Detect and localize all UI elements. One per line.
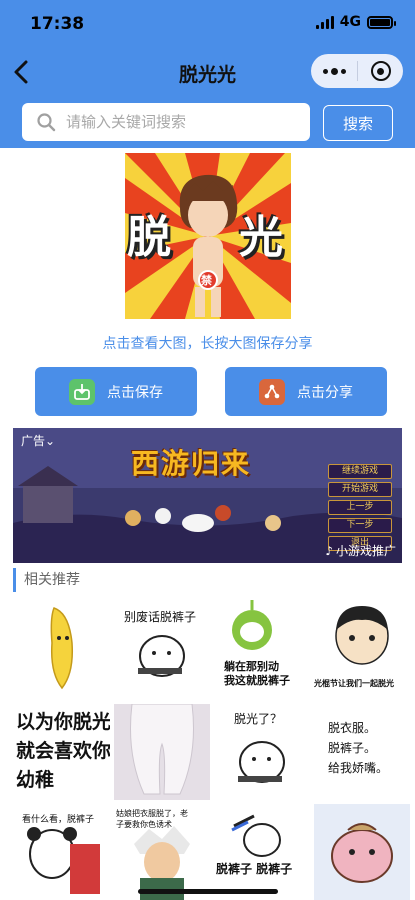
ad-menu-item: 继续游戏: [328, 464, 392, 479]
sticker-item[interactable]: 脱衣服。 脱裤子。 给我娇嘴。: [314, 704, 410, 800]
target-icon: [370, 61, 391, 81]
ad-menu: 继续游戏 开始游戏 上一步 下一步 退出: [328, 464, 392, 551]
ad-title: 西游归来: [131, 447, 252, 480]
search-icon: [37, 113, 56, 132]
more-button[interactable]: [311, 54, 357, 88]
close-miniprogram-button[interactable]: [358, 54, 403, 88]
battery-icon: [367, 15, 396, 29]
main-sticker-image[interactable]: 脱 光 禁: [125, 153, 291, 319]
sticker-item[interactable]: 脱光了？: [214, 704, 310, 800]
sticker-item[interactable]: 光棍节让我们一起脱光: [314, 598, 410, 694]
share-icon: [259, 378, 285, 405]
sticker-item[interactable]: 躺在那别动 我这就脱裤子: [214, 598, 310, 694]
status-bar: 17:38 4G: [0, 0, 415, 48]
signal-icon: [315, 15, 334, 29]
ad-source: ♪ 小游戏推广: [325, 543, 396, 559]
main-image-left-char: 脱: [127, 212, 171, 263]
save-icon: [69, 378, 95, 405]
ad-menu-item: 下一步: [328, 518, 392, 533]
sticker-item[interactable]: [14, 598, 110, 694]
status-time: 17:38: [30, 14, 85, 34]
censor-badge: 禁: [201, 274, 212, 287]
ad-menu-item: 开始游戏: [328, 482, 392, 497]
sticker-item[interactable]: 以为你脱光 就会喜欢你 幼稚: [14, 704, 110, 800]
hint-text: 点击查看大图，长按大图保存分享: [102, 336, 313, 352]
search-box: [22, 103, 310, 141]
search-input[interactable]: [66, 113, 296, 131]
save-label: 点击保存: [107, 384, 163, 401]
section-title: 相关推荐: [13, 568, 80, 592]
sticker-item[interactable]: [114, 704, 210, 800]
share-label: 点击分享: [297, 384, 353, 401]
home-indicator: [138, 889, 278, 894]
save-button[interactable]: 点击保存: [35, 367, 197, 416]
music-note-icon: ♪: [325, 543, 333, 558]
network-label: 4G: [339, 14, 361, 30]
search-button[interactable]: 搜索: [323, 105, 393, 141]
main-image-right-char: 光: [239, 212, 283, 263]
ad-tag: 广告⌄: [21, 434, 56, 448]
share-button[interactable]: 点击分享: [225, 367, 387, 416]
nav-bar: 脱光光: [0, 48, 415, 96]
sticker-item[interactable]: [314, 804, 410, 900]
sticker-item[interactable]: 看什么看，脱裤子: [14, 804, 110, 900]
sticker-item[interactable]: 别废话脱裤子: [114, 598, 210, 694]
sticker-item[interactable]: 姑娘把衣服脱了，老 子要救你色诱术: [114, 804, 210, 900]
sticker-item[interactable]: 脱裤子 脱裤子: [214, 804, 310, 900]
ad-banner[interactable]: 广告⌄ 西游归来 继续游戏 开始游戏 上一步 下一步 退出 ♪ 小游戏推广: [13, 428, 402, 563]
miniprogram-capsule: [311, 54, 403, 88]
ad-menu-item: 上一步: [328, 500, 392, 515]
status-indicators: 4G: [315, 14, 396, 30]
search-bar: 搜索: [0, 96, 415, 148]
